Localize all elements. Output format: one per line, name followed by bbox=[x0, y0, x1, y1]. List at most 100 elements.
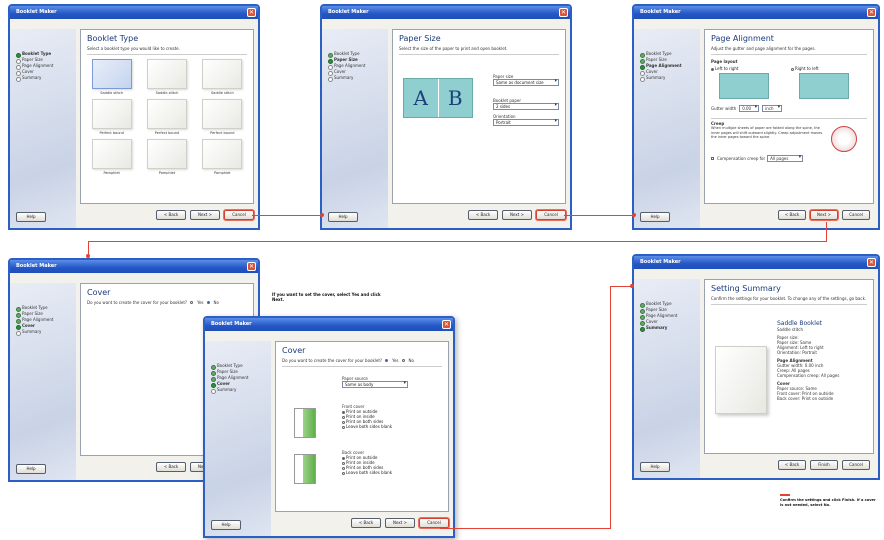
page-title: Cover bbox=[87, 288, 111, 297]
radio-front-option[interactable] bbox=[342, 425, 345, 429]
front-cover-group: Front cover Print on outside Print on in… bbox=[342, 404, 442, 429]
booklet-type-option[interactable]: Pamphlet bbox=[198, 139, 247, 175]
booklet-type-option[interactable]: Perfect bound bbox=[142, 99, 191, 135]
layout-preview-image bbox=[719, 73, 769, 99]
next-button[interactable]: Next > bbox=[190, 210, 220, 220]
booklet-preview-image bbox=[146, 139, 187, 169]
paper-size-select[interactable]: Same as document size bbox=[493, 79, 559, 86]
paper-source-select[interactable]: Same as body bbox=[342, 381, 408, 388]
summary-heading: Saddle Booklet bbox=[777, 320, 823, 327]
tab-bar: BasicAdvanced bbox=[322, 19, 570, 38]
next-button[interactable]: Next > bbox=[810, 210, 838, 220]
creep-illustration bbox=[831, 126, 857, 152]
help-button[interactable]: Help bbox=[16, 212, 46, 222]
option-label: Leave both sides blank bbox=[346, 470, 393, 475]
option-label: Perfect bound bbox=[99, 131, 124, 135]
creep-checkbox[interactable] bbox=[711, 157, 714, 160]
creep-group-label: Creep bbox=[711, 118, 867, 126]
creep-select[interactable]: All pages bbox=[767, 155, 804, 162]
page-description: Confirm the settings for your booklet. T… bbox=[711, 296, 867, 305]
booklet-preview-image bbox=[91, 99, 132, 129]
window-title: Booklet Maker bbox=[640, 259, 681, 265]
radio-left-to-right[interactable] bbox=[711, 67, 714, 71]
gutter-width-input[interactable]: 0.00 bbox=[739, 105, 760, 112]
layout-option-right[interactable]: Right to left bbox=[791, 66, 857, 101]
close-icon[interactable]: ✕ bbox=[247, 262, 256, 271]
flow-arrow-tip bbox=[630, 284, 634, 288]
radio-back-option[interactable] bbox=[342, 471, 345, 475]
cancel-button[interactable]: Cancel bbox=[842, 210, 870, 220]
page-title: Booklet Type bbox=[87, 34, 139, 43]
step-summary: Summary bbox=[322, 75, 388, 82]
booklet-type-option[interactable]: Saddle stitch bbox=[87, 59, 136, 95]
back-button[interactable]: < Back bbox=[468, 210, 498, 220]
back-button[interactable]: < Back bbox=[778, 460, 806, 470]
booklet-type-option[interactable]: Perfect bound bbox=[87, 99, 136, 135]
step-summary: Summary bbox=[10, 329, 76, 336]
orientation-select[interactable]: Portrait bbox=[493, 119, 559, 126]
radio-yes[interactable] bbox=[385, 359, 389, 362]
radio-no[interactable] bbox=[401, 359, 405, 362]
cancel-button[interactable]: Cancel bbox=[536, 210, 566, 220]
close-icon[interactable]: ✕ bbox=[559, 8, 568, 17]
cancel-button[interactable]: Cancel bbox=[419, 518, 449, 528]
content-panel: Booklet Type Select a booklet type you w… bbox=[80, 29, 254, 204]
next-button[interactable]: Next > bbox=[502, 210, 532, 220]
close-icon[interactable]: ✕ bbox=[442, 320, 451, 329]
tab-bar: BasicAdvanced bbox=[634, 19, 878, 38]
page-layout-group-label: Page layout bbox=[711, 59, 738, 64]
callout-marker bbox=[780, 494, 790, 496]
paper-preview: A B bbox=[403, 78, 473, 118]
back-cover-illustration bbox=[294, 454, 316, 484]
help-button[interactable]: Help bbox=[211, 520, 241, 530]
gutter-label: Gutter width bbox=[711, 106, 737, 111]
help-button[interactable]: Help bbox=[640, 462, 670, 472]
booklet-type-option[interactable]: Pamphlet bbox=[142, 139, 191, 175]
window-titlebar: Booklet Maker ✕ bbox=[10, 6, 258, 19]
window-titlebar: Booklet Maker ✕ bbox=[634, 256, 878, 269]
back-button[interactable]: < Back bbox=[156, 210, 186, 220]
cover-question: Do you want to create the cover for your… bbox=[87, 300, 188, 305]
radio-yes[interactable] bbox=[190, 301, 194, 304]
booklet-type-option[interactable]: Perfect bound bbox=[198, 99, 247, 135]
booklet-type-option[interactable]: Pamphlet bbox=[87, 139, 136, 175]
help-button[interactable]: Help bbox=[640, 212, 670, 222]
tab-bar: BasicAdvanced bbox=[10, 273, 258, 292]
help-button[interactable]: Help bbox=[328, 212, 358, 222]
page-description: Adjust the gutter and page alignment for… bbox=[711, 46, 867, 55]
booklet-preview-image bbox=[202, 59, 243, 89]
paper-source-group: Paper source Same as body bbox=[342, 376, 408, 388]
back-button[interactable]: < Back bbox=[351, 518, 381, 528]
steps-sidebar: Booklet Type Paper Size Page Alignment C… bbox=[322, 29, 388, 228]
booklet-preview-image bbox=[146, 99, 187, 129]
radio-no[interactable] bbox=[206, 301, 210, 304]
cancel-button[interactable]: Cancel bbox=[842, 460, 870, 470]
close-icon[interactable]: ✕ bbox=[867, 8, 876, 17]
option-label: Leave both sides blank bbox=[346, 424, 393, 429]
step-summary: Summary bbox=[10, 75, 76, 82]
booklet-type-grid: Saddle stitch Saddle stitch Saddle stitc… bbox=[87, 59, 247, 175]
option-label: Pamphlet bbox=[158, 171, 176, 175]
cancel-button[interactable]: Cancel bbox=[224, 210, 254, 220]
booklet-type-option[interactable]: Saddle stitch bbox=[142, 59, 191, 95]
yes-label: Yes bbox=[392, 358, 399, 363]
option-label: Perfect bound bbox=[210, 131, 235, 135]
wizard-window-page-alignment: Booklet Maker ✕ BasicAdvanced Booklet Typ… bbox=[632, 4, 880, 230]
booklet-type-option[interactable]: Saddle stitch bbox=[198, 59, 247, 95]
layout-option-left[interactable]: Left to right bbox=[711, 66, 777, 101]
back-button[interactable]: < Back bbox=[778, 210, 806, 220]
back-button[interactable]: < Back bbox=[156, 462, 186, 472]
option-label: Saddle stitch bbox=[210, 91, 234, 95]
tab-bar: BasicAdvanced bbox=[205, 331, 453, 350]
finish-button[interactable]: Finish bbox=[810, 460, 838, 470]
close-icon[interactable]: ✕ bbox=[867, 258, 876, 267]
radio-right-to-left[interactable] bbox=[791, 67, 794, 71]
help-button[interactable]: Help bbox=[16, 464, 46, 474]
page-title: Setting Summary bbox=[711, 284, 781, 293]
close-icon[interactable]: ✕ bbox=[247, 8, 256, 17]
option-label: Saddle stitch bbox=[155, 91, 179, 95]
next-button[interactable]: Next > bbox=[385, 518, 415, 528]
gutter-unit-select[interactable]: inch bbox=[762, 105, 783, 112]
wizard-window-summary: Booklet Maker ✕ BasicAdvanced Booklet Typ… bbox=[632, 254, 880, 480]
booklet-paper-select[interactable]: 2 sides bbox=[493, 103, 559, 110]
